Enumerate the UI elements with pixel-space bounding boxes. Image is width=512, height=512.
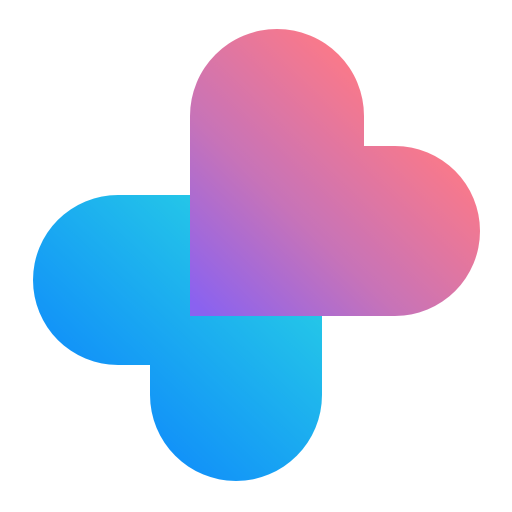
pink-heart-icon [190,29,480,316]
app-icon-canvas [0,0,512,512]
two-hearts-cross-logo [33,29,480,481]
